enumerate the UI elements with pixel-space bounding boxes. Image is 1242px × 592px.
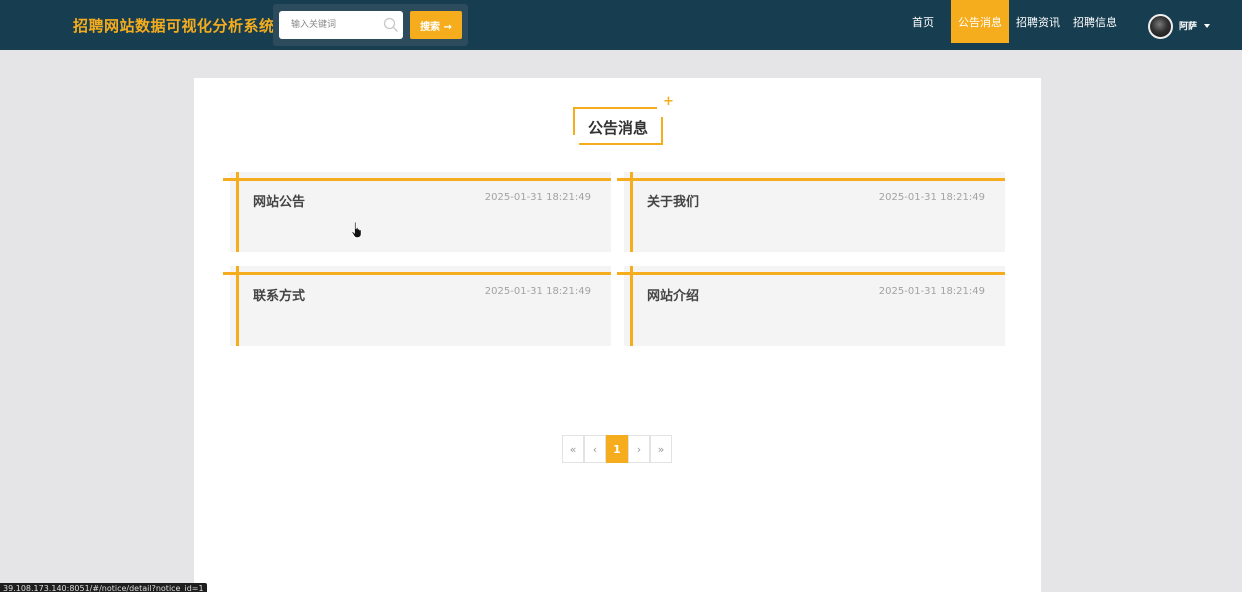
card-accent-top: [223, 178, 611, 181]
card-accent-top: [617, 178, 1005, 181]
card-time: 2025-01-31 18:21:49: [484, 286, 591, 297]
card-accent-left: [630, 172, 633, 252]
search-icon: [383, 17, 399, 33]
card-title[interactable]: 关于我们: [647, 191, 699, 210]
page-prev-button[interactable]: ‹: [584, 435, 606, 463]
card-title[interactable]: 网站介绍: [647, 285, 699, 304]
notice-card[interactable]: 联系方式 2025-01-31 18:21:49: [223, 266, 611, 346]
hand-cursor-icon: [351, 221, 363, 239]
page-next-button[interactable]: ›: [628, 435, 650, 463]
page-last-button[interactable]: »: [650, 435, 672, 463]
pagination: « ‹ 1 › »: [562, 435, 672, 463]
search-box: 搜索 →: [273, 4, 468, 46]
chevron-down-icon[interactable]: [1204, 24, 1210, 28]
nav-home[interactable]: 首页: [905, 0, 941, 43]
card-accent-left: [236, 266, 239, 346]
card-accent-top: [617, 272, 1005, 275]
card-time: 2025-01-31 18:21:49: [878, 192, 985, 203]
card-accent-left: [630, 266, 633, 346]
page-first-button[interactable]: «: [562, 435, 584, 463]
page-current-button[interactable]: 1: [606, 435, 628, 463]
notice-card[interactable]: 关于我们 2025-01-31 18:21:49: [617, 172, 1005, 252]
nav-notice[interactable]: 公告消息: [951, 0, 1009, 43]
notice-card[interactable]: 网站介绍 2025-01-31 18:21:49: [617, 266, 1005, 346]
nav-news[interactable]: 招聘资讯: [1012, 0, 1064, 43]
card-accent-top: [223, 272, 611, 275]
site-brand[interactable]: 招聘网站数据可视化分析系统: [73, 15, 275, 36]
card-title[interactable]: 联系方式: [253, 285, 305, 304]
nav-jobs[interactable]: 招聘信息: [1068, 0, 1122, 43]
search-button[interactable]: 搜索 →: [410, 11, 462, 39]
plus-icon: +: [663, 94, 674, 109]
card-title[interactable]: 网站公告: [253, 191, 305, 210]
card-accent-left: [236, 172, 239, 252]
notice-card[interactable]: 网站公告 2025-01-31 18:21:49: [223, 172, 611, 252]
card-time: 2025-01-31 18:21:49: [484, 192, 591, 203]
browser-status-url: 39.108.173.140:8051/#/notice/detail?noti…: [0, 583, 207, 592]
card-time: 2025-01-31 18:21:49: [878, 286, 985, 297]
section-title: 公告消息: [587, 119, 648, 137]
top-navbar: 招聘网站数据可视化分析系统 搜索 → 首页 公告消息 招聘资讯 招聘信息 阿萨: [0, 0, 1242, 50]
avatar[interactable]: [1148, 14, 1173, 39]
user-name[interactable]: 阿萨: [1179, 19, 1197, 32]
